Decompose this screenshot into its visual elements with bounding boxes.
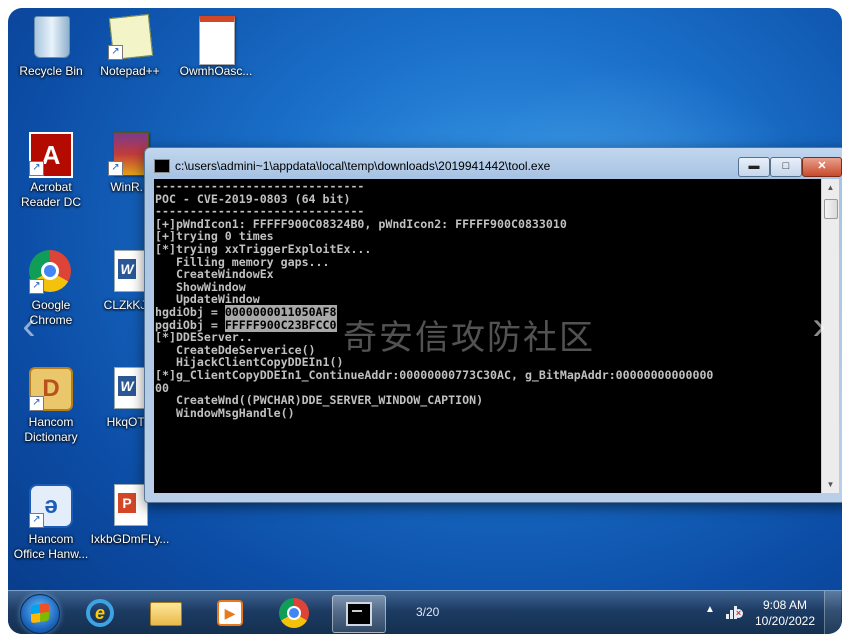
folder-icon xyxy=(150,602,182,626)
maximize-button[interactable]: □ xyxy=(770,157,802,177)
shortcut-arrow-icon: ↗ xyxy=(29,279,44,294)
taskbar: e ▶ 3/20 ▲ × 9:08 AM 10/20/2022 xyxy=(8,590,842,634)
console-line: WindowMsgHandle() xyxy=(155,405,295,420)
minimize-button[interactable]: ▬ xyxy=(738,157,770,177)
hancom-dictionary-icon: D ↗ xyxy=(29,367,73,411)
network-icon[interactable]: × xyxy=(726,603,743,619)
console-text: ------------------------------ POC - CVE-… xyxy=(154,179,821,419)
shortcut-arrow-icon: ↗ xyxy=(108,45,123,60)
document-icon xyxy=(194,16,238,65)
window-title: c:\users\admini~1\appdata\local\temp\dow… xyxy=(175,159,551,173)
taskbar-windows-explorer[interactable] xyxy=(139,595,191,631)
scrollbar-thumb[interactable] xyxy=(824,199,838,219)
desktop-icon-label: Hancom Office Hanw... xyxy=(13,532,89,561)
show-hidden-icons-button[interactable]: ▲ xyxy=(705,604,715,615)
console-line: [*]trying xxTriggerExploitEx... xyxy=(155,241,372,256)
clock-date: 10/20/2022 xyxy=(754,614,816,628)
desktop-icon-label: IxkbGDmFLy... xyxy=(90,532,170,546)
show-desktop-button[interactable] xyxy=(824,591,841,634)
media-player-icon: ▶ xyxy=(217,600,243,626)
windows-logo-icon xyxy=(31,602,49,624)
taskbar-google-chrome[interactable] xyxy=(268,595,320,631)
next-slide-arrow-icon[interactable]: › xyxy=(804,304,834,348)
desktop-icon-acrobat-reader[interactable]: A ↗ Acrobat Reader DC xyxy=(11,132,91,210)
desktop-icon-label: Recycle Bin xyxy=(19,64,83,78)
shortcut-arrow-icon: ↗ xyxy=(108,161,123,176)
console-line: ------------------------------ xyxy=(155,204,365,219)
desktop-icon-label: Acrobat Reader DC xyxy=(20,180,82,209)
shortcut-arrow-icon: ↗ xyxy=(29,161,44,176)
shortcut-arrow-icon: ↗ xyxy=(29,513,44,528)
desktop-icon-notepad-plus-plus[interactable]: ↗ Notepad++ xyxy=(90,14,170,79)
desktop-icon-label: Hancom Dictionary xyxy=(24,415,78,444)
desktop-icon-label: OwmhOasc... xyxy=(179,64,253,78)
console-app-icon xyxy=(154,159,170,173)
desktop: Recycle Bin ↗ Notepad++ OwmhOasc... A ↗ A… xyxy=(8,8,842,634)
start-button[interactable] xyxy=(20,594,60,634)
scroll-down-arrow-icon[interactable]: ▼ xyxy=(822,476,839,493)
desktop-icon-owmhoasc[interactable]: OwmhOasc... xyxy=(176,16,256,79)
console-line: ------------------------------ xyxy=(155,179,365,193)
desktop-icon-recycle-bin[interactable]: Recycle Bin xyxy=(11,16,91,79)
close-button[interactable]: ✕ xyxy=(802,157,842,177)
desktop-icon-hancom-dictionary[interactable]: D ↗ Hancom Dictionary xyxy=(11,367,91,445)
recycle-bin-icon xyxy=(29,16,73,60)
page-counter: 3/20 xyxy=(416,605,440,619)
clock-time: 9:08 AM xyxy=(762,598,808,612)
chrome-icon xyxy=(279,598,309,628)
acrobat-reader-icon: A ↗ xyxy=(29,132,73,178)
notepad-plus-plus-icon: ↗ xyxy=(108,14,154,60)
previous-slide-arrow-icon[interactable]: ‹ xyxy=(14,304,44,348)
taskbar-internet-explorer[interactable]: e xyxy=(74,595,126,631)
watermark: 奇安信攻防社区 xyxy=(343,318,595,358)
system-clock[interactable]: 9:08 AM 10/20/2022 xyxy=(750,597,820,629)
console-line: [*]g_ClientCopyDDEIn1_ContinueAddr:00000… xyxy=(155,367,714,382)
console-icon xyxy=(346,602,372,626)
desktop-icon-hancom-office[interactable]: ə ↗ Hancom Office Hanw... xyxy=(11,484,91,562)
taskbar-console[interactable] xyxy=(332,595,386,633)
internet-explorer-icon: e xyxy=(86,599,114,627)
shortcut-arrow-icon: ↗ xyxy=(29,396,44,411)
chrome-icon: ↗ xyxy=(29,250,73,294)
console-line: CreateWnd((PWCHAR)DDE_SERVER_WINDOW_CAPT… xyxy=(155,393,484,408)
desktop-icon-label: Notepad++ xyxy=(100,64,160,78)
taskbar-media-player[interactable]: ▶ xyxy=(204,595,256,631)
hancom-office-icon: ə ↗ xyxy=(29,484,73,528)
scroll-up-arrow-icon[interactable]: ▲ xyxy=(822,179,839,196)
console-line: CreateWindowEx xyxy=(155,267,274,282)
